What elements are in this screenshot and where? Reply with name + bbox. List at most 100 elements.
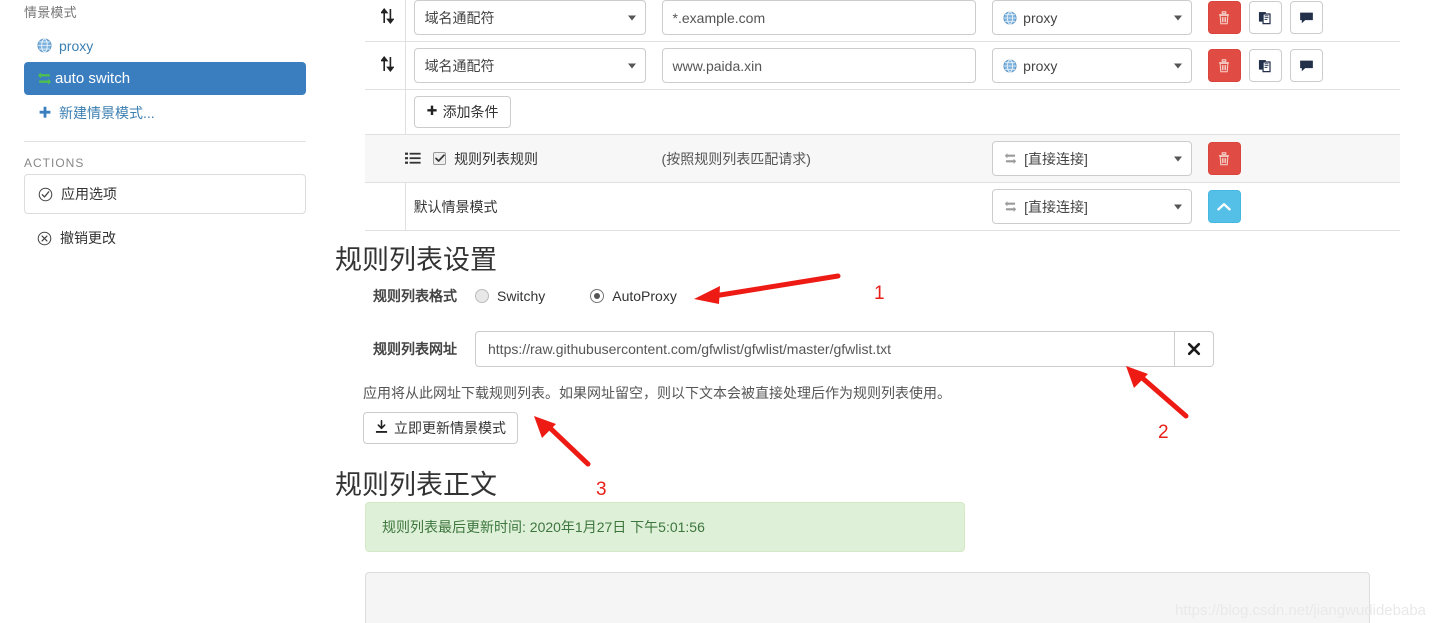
clone-rule-button[interactable] <box>1248 1 1282 34</box>
sort-updown-icon[interactable] <box>380 8 395 27</box>
sort-updown-icon[interactable] <box>380 56 395 75</box>
table-row: 域名通配符 www.paida.xin proxy <box>365 41 1400 90</box>
collapse-button[interactable] <box>1207 190 1241 223</box>
condition-type-select[interactable]: 域名通配符 <box>413 48 646 83</box>
add-condition-button[interactable]: 添加条件 <box>413 96 511 128</box>
plus-icon <box>36 105 53 122</box>
rulelist-body-title: 规则列表正文 <box>335 470 497 500</box>
format-option-switchy[interactable]: Switchy <box>475 288 545 304</box>
watermark: https://blog.csdn.net/jiangwudidebaba <box>1174 602 1426 619</box>
condition-value-text: www.paida.xin <box>672 57 763 74</box>
last-update-alert: 规则列表最后更新时间: 2020年1月27日 下午5:01:56 <box>365 502 965 552</box>
condition-value-input[interactable]: *.example.com <box>661 0 977 35</box>
condition-type-select[interactable]: 域名通配符 <box>413 0 646 35</box>
trash-icon <box>1219 151 1230 165</box>
times-icon <box>1187 342 1201 356</box>
clone-rule-button[interactable] <box>1248 49 1282 82</box>
clone-icon <box>1258 60 1271 73</box>
rulelist-enabled-checkbox[interactable] <box>433 152 447 165</box>
sidebar-item-auto-switch[interactable]: auto switch <box>24 62 306 95</box>
default-profile-row: 默认情景模式 [直接连接] <box>365 182 1400 231</box>
sidebar-item-label: 新建情景模式... <box>59 105 155 121</box>
row-handle-cell <box>365 41 406 90</box>
annotation-number-3: 3 <box>596 479 607 500</box>
annotation-number-1: 1 <box>874 283 885 304</box>
format-option-autoproxy[interactable]: AutoProxy <box>590 288 677 304</box>
clear-url-button[interactable] <box>1175 331 1214 367</box>
rulelist-handle-cell <box>365 134 406 183</box>
chevron-down-icon <box>1173 15 1182 20</box>
format-option-label: AutoProxy <box>612 288 677 304</box>
chevron-down-icon <box>627 15 636 20</box>
globe-icon <box>36 37 53 54</box>
condition-value-cell: www.paida.xin <box>653 41 985 90</box>
annotation-number-2: 2 <box>1158 422 1169 443</box>
chevron-down-icon <box>1173 63 1182 68</box>
exchange-gray-icon <box>1003 152 1018 165</box>
rulelist-label-cell: 规则列表规则 <box>405 134 654 183</box>
delete-rule-button[interactable] <box>1207 49 1241 82</box>
rulelist-profile-cell: [直接连接] <box>984 134 1200 183</box>
row-handle-cell <box>365 0 406 42</box>
rulelist-detail-text: (按照规则列表匹配请求) <box>661 150 811 167</box>
profile-select[interactable]: proxy <box>992 0 1192 35</box>
times-circle-icon <box>36 230 53 247</box>
comment-icon <box>1299 60 1313 71</box>
condition-type-value: 域名通配符 <box>424 9 495 26</box>
rulelist-profile-select[interactable]: [直接连接] <box>992 141 1192 176</box>
default-actions-cell <box>1199 182 1400 231</box>
main-content: 域名通配符 *.example.com proxy 域名通配符 www.paid… <box>330 0 1434 623</box>
rulelist-rule-row: 规则列表规则 (按照规则列表匹配请求) [直接连接] <box>365 134 1400 183</box>
delete-rulelist-button[interactable] <box>1207 142 1241 175</box>
default-profile-select[interactable]: [直接连接] <box>992 189 1192 224</box>
revert-changes-label: 撤销更改 <box>60 230 116 246</box>
rulelist-actions-cell <box>1199 134 1400 183</box>
row-actions-cell <box>1199 41 1400 90</box>
sidebar-actions-heading: ACTIONS <box>24 156 85 170</box>
add-condition-label: 添加条件 <box>442 104 499 120</box>
options-page: 情景模式 proxy auto switch 新建情景模式... ACTIONS… <box>0 0 1434 623</box>
condition-value-text: *.example.com <box>672 9 766 26</box>
apply-options-label: 应用选项 <box>61 186 117 202</box>
download-icon <box>375 419 388 437</box>
last-update-text: 规则列表最后更新时间: 2020年1月27日 下午5:01:56 <box>382 519 705 535</box>
profile-select[interactable]: proxy <box>992 48 1192 83</box>
sidebar-divider <box>24 141 306 142</box>
condition-type-cell: 域名通配符 <box>405 41 654 90</box>
row-actions-cell <box>1199 0 1400 42</box>
exchange-icon <box>36 70 53 87</box>
profile-cell: proxy <box>984 0 1200 42</box>
rules-table: 域名通配符 *.example.com proxy 域名通配符 www.paid… <box>365 0 1400 231</box>
revert-changes-button[interactable]: 撤销更改 <box>24 224 306 252</box>
list-icon <box>405 152 421 166</box>
condition-value-input[interactable]: www.paida.xin <box>661 48 977 83</box>
delete-rule-button[interactable] <box>1207 1 1241 34</box>
profile-value: proxy <box>1023 57 1058 74</box>
comment-rule-button[interactable] <box>1289 1 1323 34</box>
apply-options-button[interactable]: 应用选项 <box>24 174 306 214</box>
profile-value: proxy <box>1023 9 1058 26</box>
globe-icon <box>1003 58 1017 73</box>
default-profile-cell: [直接连接] <box>984 182 1200 231</box>
radio-unselected-icon <box>475 289 489 303</box>
add-condition-row: 添加条件 <box>365 89 1400 135</box>
sidebar-item-proxy[interactable]: proxy <box>24 29 306 62</box>
spacer-cell <box>365 89 406 135</box>
rulelist-format-label: 规则列表格式 <box>373 288 457 304</box>
default-detail-cell <box>653 182 985 231</box>
plus-icon <box>426 104 438 120</box>
default-handle-cell <box>365 182 406 231</box>
update-profile-now-label: 立即更新情景模式 <box>394 420 506 436</box>
exchange-gray-icon <box>1003 200 1018 213</box>
update-profile-now-button[interactable]: 立即更新情景模式 <box>363 412 518 444</box>
globe-icon <box>1003 10 1017 25</box>
comment-rule-button[interactable] <box>1289 49 1323 82</box>
rulelist-rule-label: 规则列表规则 <box>454 150 539 167</box>
sidebar: 情景模式 proxy auto switch 新建情景模式... ACTIONS… <box>0 0 330 623</box>
default-label-cell: 默认情景模式 <box>405 182 654 231</box>
chevron-down-icon <box>1173 156 1182 161</box>
rulelist-url-input[interactable]: https://raw.githubusercontent.com/gfwlis… <box>475 331 1175 367</box>
condition-type-value: 域名通配符 <box>424 57 495 74</box>
check-circle-icon <box>37 186 54 203</box>
sidebar-item-new-profile[interactable]: 新建情景模式... <box>24 95 306 131</box>
